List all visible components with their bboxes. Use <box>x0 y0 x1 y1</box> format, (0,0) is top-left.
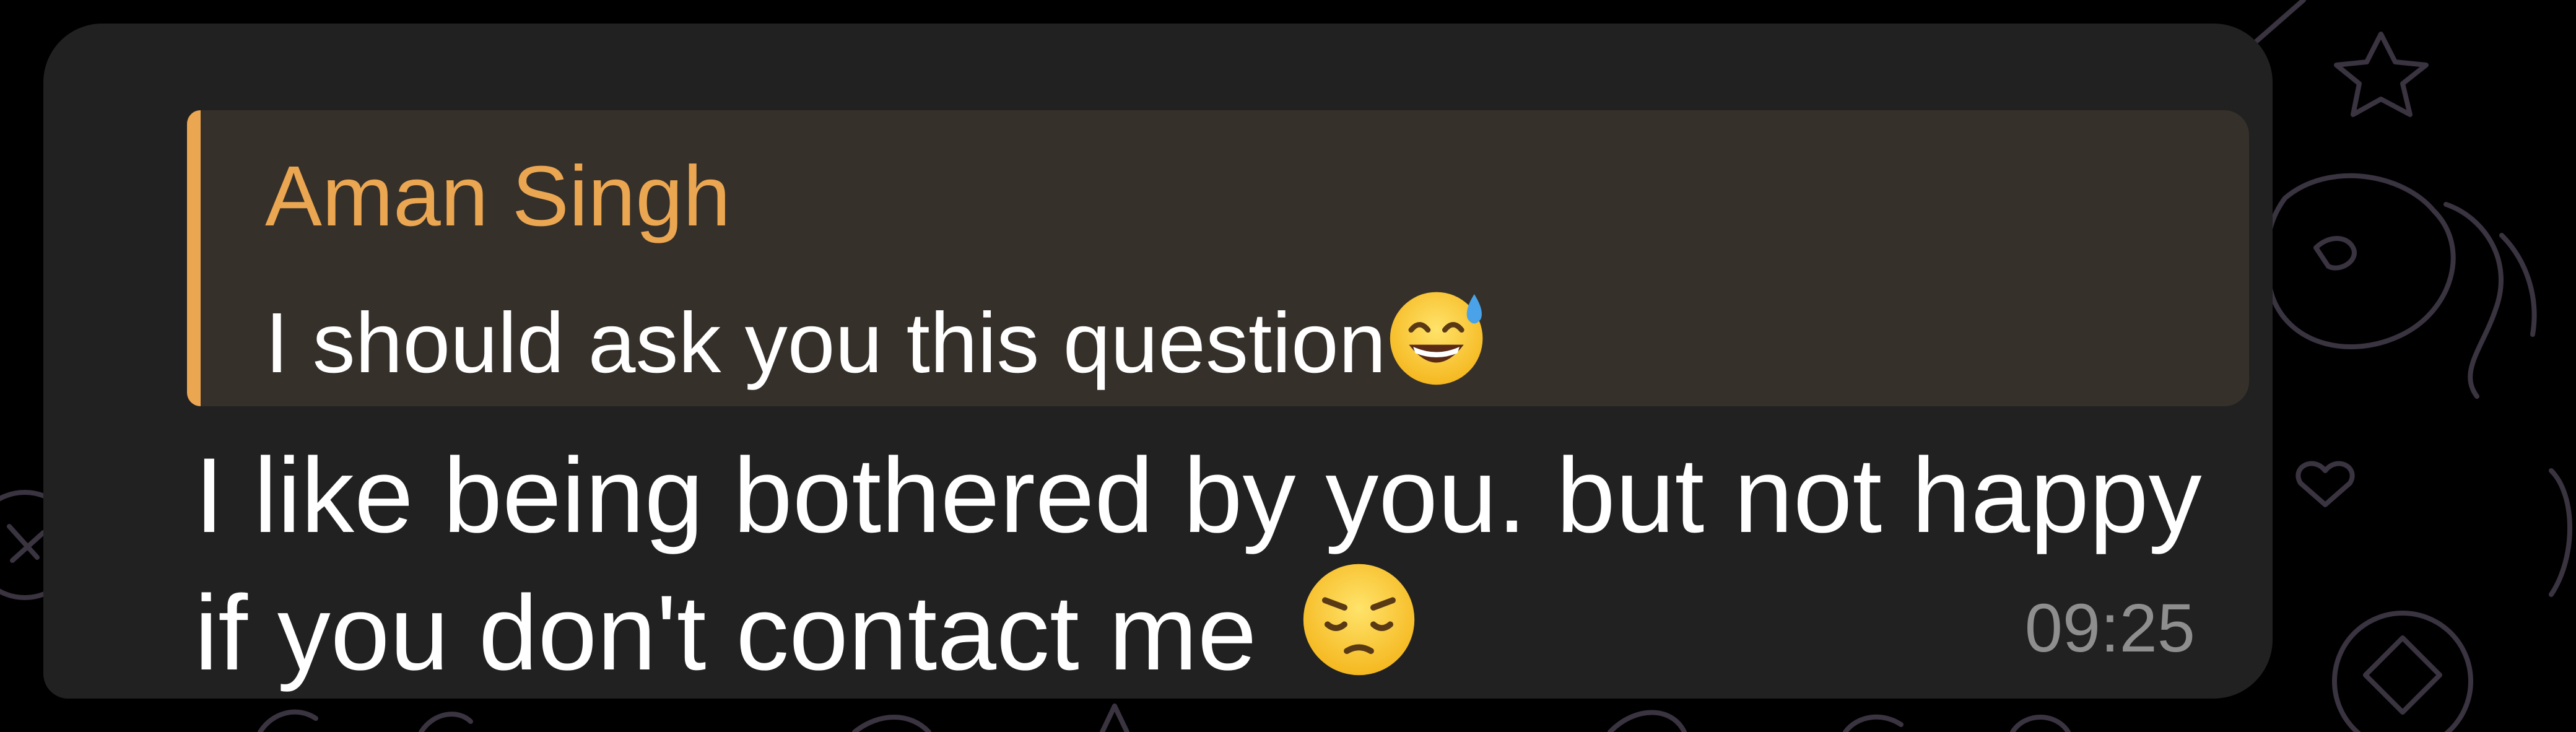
reply-accent-bar <box>187 110 201 406</box>
heart-doodle-icon <box>2295 461 2355 507</box>
pensive-face-emoji-icon <box>1299 559 1419 707</box>
flower-doodle-icon <box>2263 173 2456 349</box>
star-doodle-icon <box>2334 32 2429 117</box>
message-text: I like being bothered by you. but not ha… <box>194 432 2202 707</box>
message-timestamp: 09:25 <box>2024 590 2195 666</box>
reply-text: I should ask you this question <box>265 284 1491 403</box>
reply-text-label: I should ask you this question <box>265 295 1386 391</box>
reply-quote[interactable]: Aman Singh I should ask you this questio… <box>187 110 2249 406</box>
message-line: if you don't contact me <box>194 559 2202 707</box>
grinning-sweat-emoji-icon <box>1386 284 1491 403</box>
message-bubble[interactable]: Aman Singh I should ask you this questio… <box>43 24 2273 699</box>
message-line: I like being bothered by you. but not ha… <box>194 436 2202 555</box>
reply-author-name: Aman Singh <box>265 149 731 244</box>
message-line-text: if you don't contact me <box>194 573 1287 692</box>
